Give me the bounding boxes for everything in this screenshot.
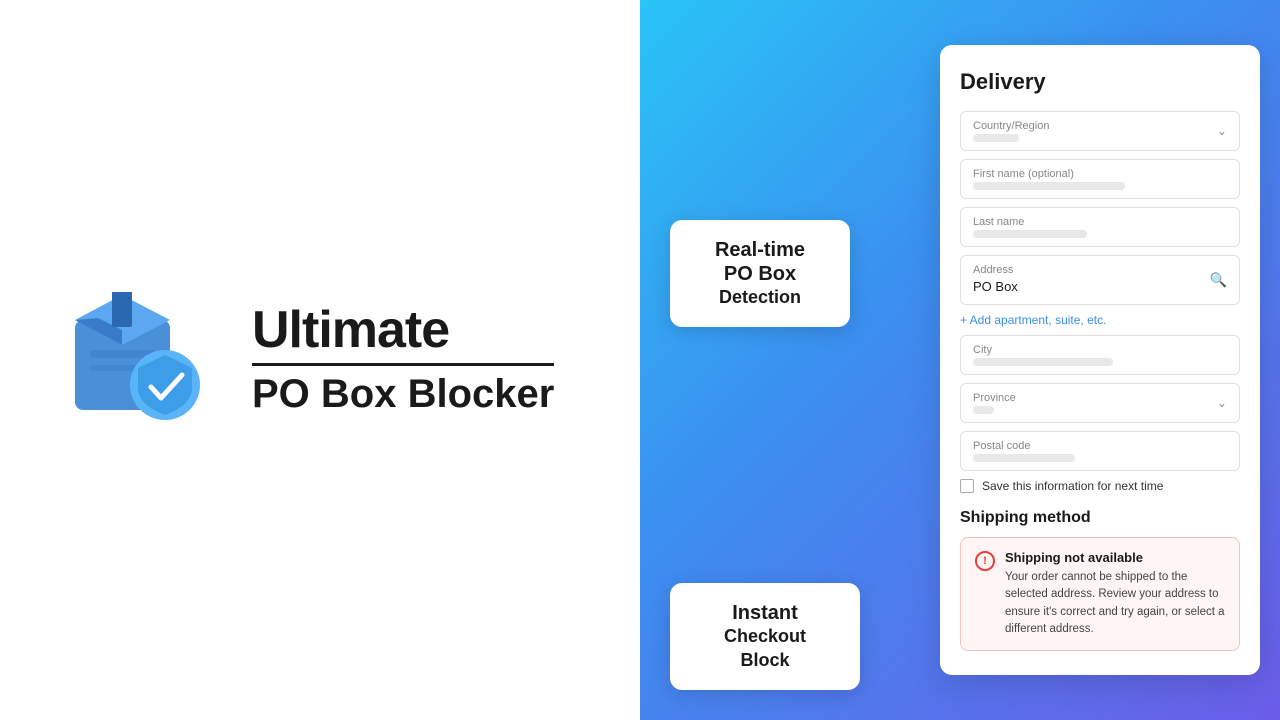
error-content: Shipping not available Your order cannot… (1005, 550, 1225, 638)
left-panel: Ultimate PO Box Blocker (0, 0, 640, 720)
checkout-title: Delivery (960, 69, 1240, 95)
shipping-method-title: Shipping method (960, 509, 1240, 527)
city-field[interactable]: City (960, 335, 1240, 375)
search-icon: 🔍 (1210, 272, 1227, 289)
chevron-down-icon: ⌄ (1217, 124, 1227, 138)
address-field[interactable]: Address PO Box 🔍 (960, 255, 1240, 305)
last-name-field[interactable]: Last name (960, 207, 1240, 247)
badge-instant-line2: Checkout Block (698, 625, 832, 672)
city-label: City (973, 344, 1227, 356)
badge-realtime-line2: PO Box (698, 262, 822, 286)
checkout-card: Delivery Country/Region ⌄ First name (op… (940, 45, 1260, 675)
error-icon: ! (975, 551, 995, 571)
logo-container (60, 280, 220, 440)
province-label: Province (973, 392, 1016, 404)
address-label: Address (973, 264, 1227, 276)
error-title: Shipping not available (1005, 550, 1225, 565)
country-label: Country/Region (973, 120, 1049, 132)
add-apartment-link[interactable]: + Add apartment, suite, etc. (960, 313, 1240, 327)
save-info-label: Save this information for next time (982, 479, 1163, 493)
first-name-field[interactable]: First name (optional) (960, 159, 1240, 199)
save-info-row[interactable]: Save this information for next time (960, 479, 1240, 493)
last-name-label: Last name (973, 216, 1227, 228)
address-value: PO Box (973, 279, 1018, 294)
province-chevron-icon: ⌄ (1217, 396, 1227, 410)
save-info-checkbox[interactable] (960, 479, 974, 493)
province-field[interactable]: Province ⌄ (960, 383, 1240, 423)
right-panel: Real-time PO Box Detection Instant Check… (640, 0, 1280, 720)
postal-code-field[interactable]: Postal code (960, 431, 1240, 471)
realtime-detection-badge: Real-time PO Box Detection (670, 220, 850, 327)
postal-code-label: Postal code (973, 440, 1227, 452)
instant-checkout-badge: Instant Checkout Block (670, 583, 860, 690)
badge-instant-line1: Instant (698, 601, 832, 625)
brand-subtitle: PO Box Blocker (252, 363, 554, 418)
brand-text: Ultimate PO Box Blocker (252, 302, 554, 418)
brand-title: Ultimate (252, 302, 554, 359)
badge-realtime-line3: Detection (698, 286, 822, 309)
error-description: Your order cannot be shipped to the sele… (1005, 569, 1225, 638)
logo-icon (60, 280, 210, 430)
badge-realtime-line1: Real-time (698, 238, 822, 262)
shipping-error-box: ! Shipping not available Your order cann… (960, 537, 1240, 651)
country-field[interactable]: Country/Region ⌄ (960, 111, 1240, 151)
first-name-label: First name (optional) (973, 168, 1227, 180)
